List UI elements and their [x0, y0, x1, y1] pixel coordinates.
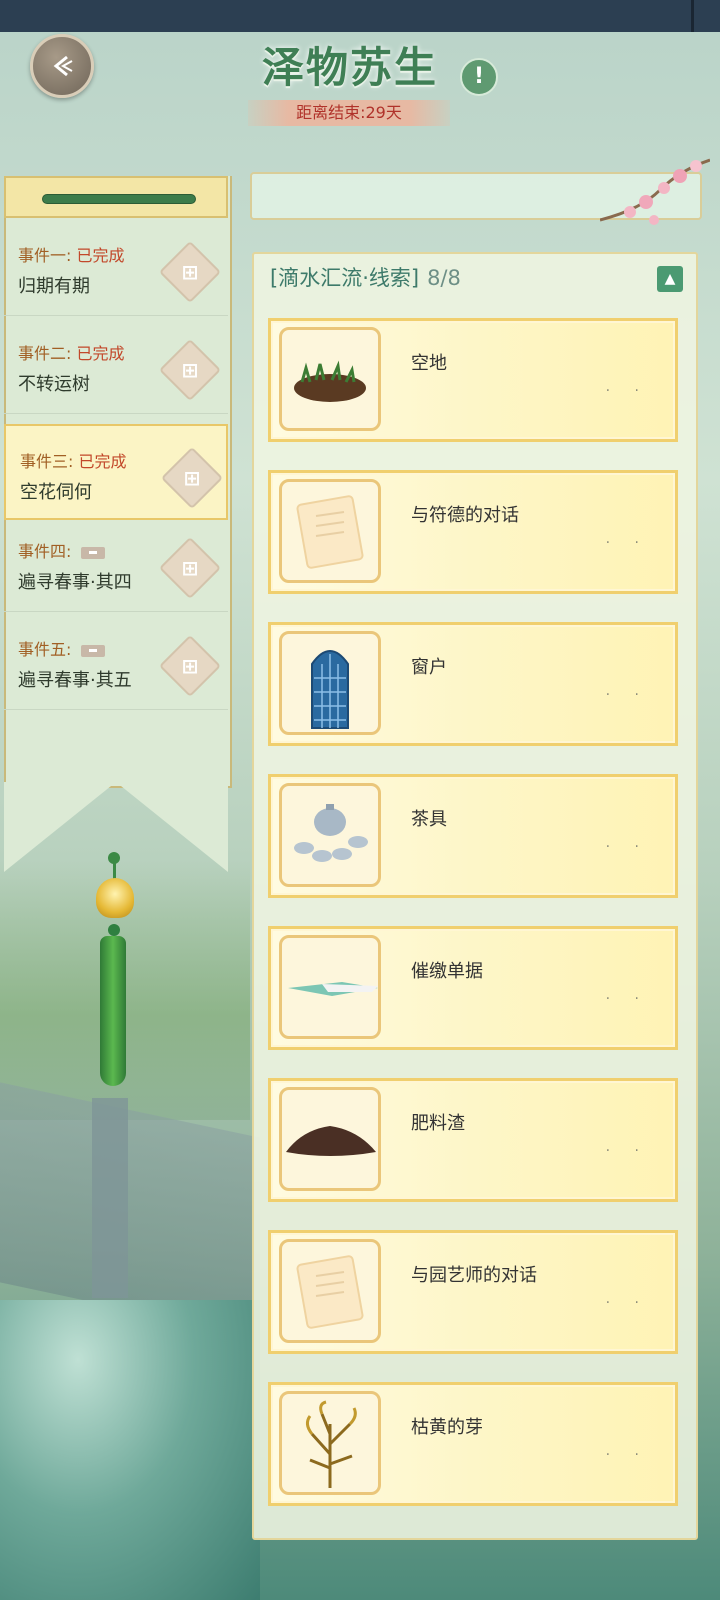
tea-set-icon	[279, 783, 381, 887]
event-number: 事件五:	[18, 640, 72, 659]
event-name: 不转运树	[18, 374, 90, 395]
clue-dots: · ·	[605, 1295, 649, 1311]
clue-card[interactable]: 与符德的对话 · ·	[268, 470, 678, 594]
event-label: 事件一: 已完成	[18, 242, 125, 266]
event-label: 事件三: 已完成	[20, 448, 127, 472]
lock-icon	[80, 644, 105, 657]
info-button[interactable]: !	[460, 58, 498, 96]
clue-name: 茶具	[411, 809, 447, 830]
clue-dots: · ·	[605, 535, 649, 551]
gift-icon[interactable]: ⊞	[158, 338, 222, 402]
event-number: 事件一:	[18, 246, 72, 265]
clue-progress: 8/8	[427, 266, 461, 290]
clue-name: 枯黄的芽	[411, 1417, 483, 1438]
clue-dots: · ·	[605, 687, 649, 703]
event-label: 事件二: 已完成	[18, 340, 125, 364]
clue-card[interactable]: 与园艺师的对话 · ·	[268, 1230, 678, 1354]
event-number: 事件三:	[20, 452, 74, 471]
clue-section-title: [滴水汇流·线索] 8/8	[270, 262, 461, 292]
letter-icon	[279, 479, 381, 583]
event-item-5[interactable]: 事件五: 遍寻春事·其五 ⊞	[4, 614, 228, 710]
event-name: 空花伺何	[20, 482, 92, 503]
event-item-4[interactable]: 事件四: 遍寻春事·其四 ⊞	[4, 516, 228, 612]
clue-name: 催缴单据	[411, 961, 483, 982]
background-water	[0, 1300, 260, 1600]
back-button[interactable]	[30, 34, 94, 98]
withered-sprout-icon	[279, 1391, 381, 1495]
event-panel-header	[4, 176, 228, 218]
event-item-1[interactable]: 事件一: 已完成 归期有期 ⊞	[4, 220, 228, 316]
plum-blossom-icon	[600, 158, 710, 225]
clue-dots: · ·	[605, 383, 649, 399]
collapse-button[interactable]: ▲	[657, 266, 683, 292]
clue-card[interactable]: 催缴单据 · ·	[268, 926, 678, 1050]
dirt-patch-icon	[279, 327, 381, 431]
event-number: 事件二:	[18, 344, 72, 363]
fertilizer-icon	[279, 1087, 381, 1191]
gift-icon[interactable]: ⊞	[158, 240, 222, 304]
window-icon	[279, 631, 381, 735]
clue-title-text: [滴水汇流·线索]	[270, 266, 420, 290]
receipt-icon	[279, 935, 381, 1039]
tassel-flower-icon	[96, 878, 134, 918]
event-number: 事件四:	[18, 542, 72, 561]
event-name: 遍寻春事·其四	[18, 572, 132, 593]
clue-name: 窗户	[411, 657, 447, 678]
tassel-bead-icon	[108, 924, 120, 936]
tassel-fringe-icon	[100, 936, 126, 1086]
letter-icon	[279, 1239, 381, 1343]
event-status: 已完成	[76, 344, 125, 363]
gift-icon[interactable]: ⊞	[160, 446, 224, 510]
event-item-3[interactable]: 事件三: 已完成 空花伺何 ⊞	[4, 424, 228, 520]
event-status: 已完成	[78, 452, 127, 471]
gift-icon[interactable]: ⊞	[158, 634, 222, 698]
clue-card[interactable]: 肥料渣 · ·	[268, 1078, 678, 1202]
gift-icon[interactable]: ⊞	[158, 536, 222, 600]
event-item-2[interactable]: 事件二: 已完成 不转运树 ⊞	[4, 318, 228, 414]
event-name: 归期有期	[18, 276, 90, 297]
clue-card[interactable]: 茶具 · ·	[268, 774, 678, 898]
clue-card[interactable]: 空地 · ·	[268, 318, 678, 442]
countdown-timer: 距离结束:29天	[248, 100, 450, 126]
event-name: 遍寻春事·其五	[18, 670, 132, 691]
clue-dots: · ·	[605, 839, 649, 855]
event-status: 已完成	[76, 246, 125, 265]
clue-panel: [滴水汇流·线索] 8/8 ▲ 空地 · · 与符德的对话 · · 窗户 · · …	[252, 252, 698, 1540]
clue-name: 空地	[411, 353, 447, 374]
clue-name: 与园艺师的对话	[411, 1265, 537, 1286]
event-label: 事件五:	[18, 636, 105, 660]
clue-dots: · ·	[605, 1143, 649, 1159]
clue-name: 与符德的对话	[411, 505, 519, 526]
lock-icon	[80, 546, 105, 559]
back-arrow-icon	[53, 55, 73, 77]
clue-card[interactable]: 枯黄的芽 · ·	[268, 1382, 678, 1506]
event-list-panel: 事件一: 已完成 归期有期 ⊞ 事件二: 已完成 不转运树 ⊞ 事件三: 已完成…	[4, 176, 232, 876]
scroll-rod-icon	[42, 194, 196, 204]
event-label: 事件四:	[18, 538, 105, 562]
background-pillar	[92, 1098, 128, 1298]
clue-name: 肥料渣	[411, 1113, 465, 1134]
clue-dots: · ·	[605, 991, 649, 1007]
clue-card[interactable]: 窗户 · ·	[268, 622, 678, 746]
page-title: 泽物苏生	[261, 43, 438, 92]
clue-dots: · ·	[605, 1447, 649, 1463]
status-bar	[0, 0, 720, 32]
